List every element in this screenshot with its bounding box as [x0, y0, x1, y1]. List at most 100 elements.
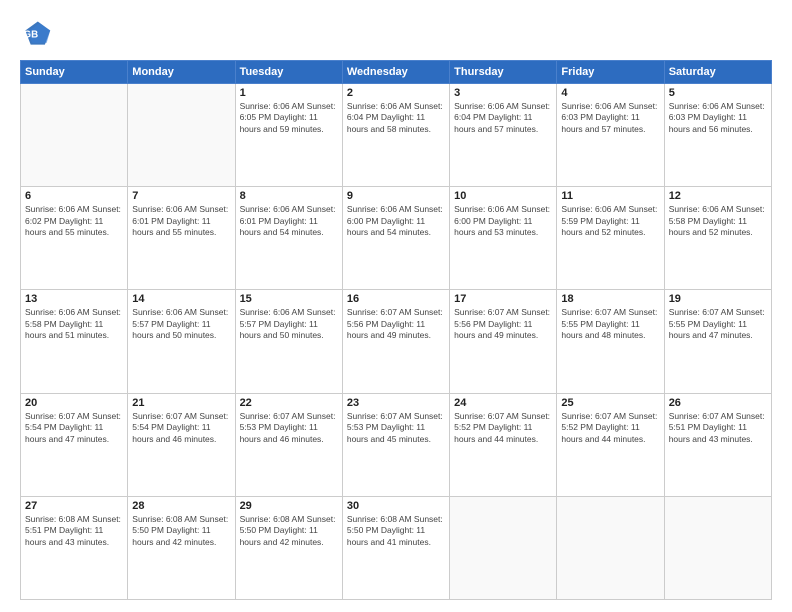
day-number: 12 [669, 190, 767, 202]
calendar-cell: 14 Sunrise: 6:06 AM Sunset: 5:57 PM Dayli… [128, 290, 235, 393]
calendar-cell: 12 Sunrise: 6:06 AM Sunset: 5:58 PM Dayli… [664, 187, 771, 290]
day-info: Sunrise: 6:07 AM Sunset: 5:52 PM Dayligh… [561, 411, 659, 445]
day-number: 26 [669, 397, 767, 409]
day-info: Sunrise: 6:06 AM Sunset: 6:00 PM Dayligh… [347, 204, 445, 238]
day-number: 9 [347, 190, 445, 202]
calendar-cell: 17Sunrise: 6:07 AM Sunset: 5:56 PM Dayli… [450, 290, 557, 393]
day-number: 28 [132, 500, 230, 512]
day-info: Sunrise: 6:06 AM Sunset: 6:04 PM Dayligh… [347, 101, 445, 135]
calendar-cell: 24Sunrise: 6:07 AM Sunset: 5:52 PM Dayli… [450, 393, 557, 496]
day-info: Sunrise: 6:08 AM Sunset: 5:50 PM Dayligh… [347, 514, 445, 548]
calendar-cell: 18 Sunrise: 6:07 AM Sunset: 5:55 PM Dayli… [557, 290, 664, 393]
day-number: 8 [240, 190, 338, 202]
day-number: 19 [669, 293, 767, 305]
calendar-cell [21, 84, 128, 187]
day-info: Sunrise: 6:08 AM Sunset: 5:50 PM Dayligh… [132, 514, 230, 548]
calendar-cell: 5 Sunrise: 6:06 AM Sunset: 6:03 PM Daylig… [664, 84, 771, 187]
logo: GB [20, 18, 56, 50]
calendar-cell: 2 Sunrise: 6:06 AM Sunset: 6:04 PM Daylig… [342, 84, 449, 187]
day-number: 17 [454, 293, 552, 305]
calendar-cell: 7 Sunrise: 6:06 AM Sunset: 6:01 PM Daylig… [128, 187, 235, 290]
calendar-cell: 15 Sunrise: 6:06 AM Sunset: 5:57 PM Dayli… [235, 290, 342, 393]
day-number: 15 [240, 293, 338, 305]
day-number: 3 [454, 87, 552, 99]
day-number: 14 [132, 293, 230, 305]
calendar-cell: 25 Sunrise: 6:07 AM Sunset: 5:52 PM Dayli… [557, 393, 664, 496]
day-info: Sunrise: 6:06 AM Sunset: 6:02 PM Dayligh… [25, 204, 123, 238]
day-info: Sunrise: 6:07 AM Sunset: 5:54 PM Dayligh… [25, 411, 123, 445]
calendar-cell [128, 84, 235, 187]
day-info: Sunrise: 6:06 AM Sunset: 5:59 PM Dayligh… [561, 204, 659, 238]
day-number: 25 [561, 397, 659, 409]
calendar-cell: 6 Sunrise: 6:06 AM Sunset: 6:02 PM Daylig… [21, 187, 128, 290]
calendar-cell: 29Sunrise: 6:08 AM Sunset: 5:50 PM Dayli… [235, 496, 342, 599]
calendar-cell: 11Sunrise: 6:06 AM Sunset: 5:59 PM Dayli… [557, 187, 664, 290]
day-number: 7 [132, 190, 230, 202]
day-number: 2 [347, 87, 445, 99]
day-number: 21 [132, 397, 230, 409]
day-number: 20 [25, 397, 123, 409]
calendar-cell: 8Sunrise: 6:06 AM Sunset: 6:01 PM Daylig… [235, 187, 342, 290]
day-info: Sunrise: 6:06 AM Sunset: 6:01 PM Dayligh… [132, 204, 230, 238]
header: GB [20, 18, 772, 50]
calendar-cell: 1 Sunrise: 6:06 AM Sunset: 6:05 PM Daylig… [235, 84, 342, 187]
calendar-cell: 3 Sunrise: 6:06 AM Sunset: 6:04 PM Daylig… [450, 84, 557, 187]
calendar-cell: 23 Sunrise: 6:07 AM Sunset: 5:53 PM Dayli… [342, 393, 449, 496]
day-number: 22 [240, 397, 338, 409]
day-info: Sunrise: 6:06 AM Sunset: 5:57 PM Dayligh… [240, 307, 338, 341]
weekday-header-sunday: Sunday [21, 61, 128, 84]
day-info: Sunrise: 6:08 AM Sunset: 5:50 PM Dayligh… [240, 514, 338, 548]
day-info: Sunrise: 6:07 AM Sunset: 5:55 PM Dayligh… [669, 307, 767, 341]
calendar-cell: 10 Sunrise: 6:06 AM Sunset: 6:00 PM Dayli… [450, 187, 557, 290]
calendar-cell: 20 Sunrise: 6:07 AM Sunset: 5:54 PM Dayli… [21, 393, 128, 496]
day-info: Sunrise: 6:06 AM Sunset: 5:58 PM Dayligh… [669, 204, 767, 238]
page: GB SundayMondayTuesdayWednesdayThursdayF… [0, 0, 792, 612]
day-info: Sunrise: 6:07 AM Sunset: 5:53 PM Dayligh… [347, 411, 445, 445]
logo-icon: GB [20, 18, 52, 50]
day-number: 1 [240, 87, 338, 99]
day-number: 6 [25, 190, 123, 202]
day-number: 18 [561, 293, 659, 305]
calendar-cell: 19 Sunrise: 6:07 AM Sunset: 5:55 PM Dayli… [664, 290, 771, 393]
day-info: Sunrise: 6:07 AM Sunset: 5:55 PM Dayligh… [561, 307, 659, 341]
day-number: 24 [454, 397, 552, 409]
day-number: 16 [347, 293, 445, 305]
calendar-cell: 21 Sunrise: 6:07 AM Sunset: 5:54 PM Dayli… [128, 393, 235, 496]
day-info: Sunrise: 6:06 AM Sunset: 6:00 PM Dayligh… [454, 204, 552, 238]
calendar-cell [557, 496, 664, 599]
calendar-week-row: 1 Sunrise: 6:06 AM Sunset: 6:05 PM Daylig… [21, 84, 772, 187]
day-info: Sunrise: 6:07 AM Sunset: 5:53 PM Dayligh… [240, 411, 338, 445]
weekday-header-tuesday: Tuesday [235, 61, 342, 84]
day-info: Sunrise: 6:06 AM Sunset: 6:03 PM Dayligh… [561, 101, 659, 135]
calendar-table: SundayMondayTuesdayWednesdayThursdayFrid… [20, 60, 772, 600]
calendar-cell [664, 496, 771, 599]
day-number: 23 [347, 397, 445, 409]
calendar-cell [450, 496, 557, 599]
day-number: 27 [25, 500, 123, 512]
day-number: 5 [669, 87, 767, 99]
day-number: 4 [561, 87, 659, 99]
day-info: Sunrise: 6:06 AM Sunset: 6:04 PM Dayligh… [454, 101, 552, 135]
day-info: Sunrise: 6:06 AM Sunset: 6:05 PM Dayligh… [240, 101, 338, 135]
svg-text:GB: GB [24, 30, 39, 41]
weekday-header-friday: Friday [557, 61, 664, 84]
day-number: 13 [25, 293, 123, 305]
day-number: 10 [454, 190, 552, 202]
calendar-cell: 30 Sunrise: 6:08 AM Sunset: 5:50 PM Dayli… [342, 496, 449, 599]
weekday-header-thursday: Thursday [450, 61, 557, 84]
weekday-header-saturday: Saturday [664, 61, 771, 84]
calendar-cell: 26Sunrise: 6:07 AM Sunset: 5:51 PM Dayli… [664, 393, 771, 496]
calendar-week-row: 27 Sunrise: 6:08 AM Sunset: 5:51 PM Dayli… [21, 496, 772, 599]
day-number: 30 [347, 500, 445, 512]
day-info: Sunrise: 6:07 AM Sunset: 5:54 PM Dayligh… [132, 411, 230, 445]
day-info: Sunrise: 6:06 AM Sunset: 5:58 PM Dayligh… [25, 307, 123, 341]
calendar-week-row: 13 Sunrise: 6:06 AM Sunset: 5:58 PM Dayli… [21, 290, 772, 393]
calendar-week-row: 20 Sunrise: 6:07 AM Sunset: 5:54 PM Dayli… [21, 393, 772, 496]
day-info: Sunrise: 6:06 AM Sunset: 5:57 PM Dayligh… [132, 307, 230, 341]
day-info: Sunrise: 6:08 AM Sunset: 5:51 PM Dayligh… [25, 514, 123, 548]
calendar-cell: 4 Sunrise: 6:06 AM Sunset: 6:03 PM Daylig… [557, 84, 664, 187]
calendar-cell: 22 Sunrise: 6:07 AM Sunset: 5:53 PM Dayli… [235, 393, 342, 496]
day-info: Sunrise: 6:06 AM Sunset: 6:03 PM Dayligh… [669, 101, 767, 135]
weekday-header-wednesday: Wednesday [342, 61, 449, 84]
calendar-cell: 27 Sunrise: 6:08 AM Sunset: 5:51 PM Dayli… [21, 496, 128, 599]
